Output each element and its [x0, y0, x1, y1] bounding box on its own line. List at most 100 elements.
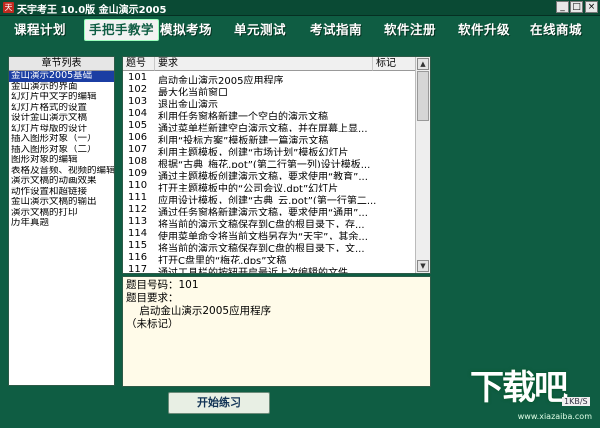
menu-online-store[interactable]: 在线商城 — [530, 21, 582, 39]
table-row[interactable]: 115 将当前的演示文稿保存到C盘的根目录下，文... — [123, 240, 416, 252]
row-requirement: 根据“古典_梅花.pot”(第二行第一列)设计模板... — [158, 160, 371, 168]
row-id: 106 — [128, 132, 148, 143]
table-row[interactable]: 104 利用任务窗格新建一个空白的演示文稿 — [123, 108, 416, 120]
chapter-item[interactable]: 设计金山演示文稿 — [9, 113, 114, 124]
chapter-item[interactable]: 演示文稿的动画效果 — [9, 176, 114, 187]
detail-question-number: 题目号码：101 — [126, 279, 199, 291]
chapter-item[interactable]: 幻灯片格式的设置 — [9, 103, 114, 114]
watermark-url: www.xiazaiba.com — [517, 412, 592, 421]
chapter-list-header: 章节列表 — [9, 57, 114, 71]
watermark-logo: 下载吧 www.xiazaiba.com — [470, 360, 600, 428]
detail-mark-status: （未标记） — [126, 318, 179, 330]
table-row[interactable]: 114 使用菜单命令将当前文档另存为“天宇”，其余... — [123, 228, 416, 240]
row-id: 110 — [128, 180, 148, 191]
chapter-item[interactable]: 金山演示文稿的输出 — [9, 197, 114, 208]
menu-mock-exam[interactable]: 模拟考场 — [160, 21, 212, 39]
table-row[interactable]: 110 打开主题模板中的“公司会议.dpt”幻灯片 — [123, 180, 416, 192]
row-id: 103 — [128, 96, 148, 107]
row-id: 114 — [128, 228, 148, 239]
chapter-item[interactable]: 动作设置和超链接 — [9, 187, 114, 198]
chapter-item[interactable]: 金山演示2005基础 — [9, 71, 114, 82]
row-id: 117 — [128, 264, 148, 274]
app-icon: 天 — [3, 2, 14, 13]
table-row[interactable]: 102 最大化当前窗口 — [123, 84, 416, 96]
chapter-list[interactable]: 章节列表 金山演示2005基础 金山演示的界面 幻灯片中文字的编辑 幻灯片格式的… — [8, 56, 115, 386]
chapter-item[interactable]: 金山演示的界面 — [9, 82, 114, 93]
menu-bar: 课程计划 手把手教学 模拟考场 单元测试 考试指南 软件注册 软件升级 在线商城 — [0, 16, 600, 44]
minimize-button[interactable]: _ — [556, 1, 569, 13]
table-row[interactable]: 109 通过主题模板创建演示文稿，要求使用“教育”... — [123, 168, 416, 180]
row-requirement: 将当前的演示文稿保存到C盘的根目录下，存... — [158, 220, 365, 228]
menu-step-by-step[interactable]: 手把手教学 — [84, 19, 160, 41]
row-requirement: 使用菜单命令将当前文档另存为“天宇”，其余... — [158, 232, 368, 240]
scroll-up-icon[interactable]: ▲ — [417, 58, 429, 70]
table-row[interactable]: 117 通过工具栏的按钮开启最近上次编辑的文件... — [123, 264, 416, 274]
menu-exam-guide[interactable]: 考试指南 — [310, 21, 362, 39]
row-requirement: 通过工具栏的按钮开启最近上次编辑的文件... — [158, 268, 358, 274]
table-row[interactable]: 116 打开C盘里的“梅花.dps”文稿 — [123, 252, 416, 264]
row-id: 115 — [128, 240, 148, 251]
question-detail: 题目号码：101 题目要求： 启动金山演示2005应用程序 （未标记） — [122, 276, 431, 387]
row-requirement: 通过菜单栏新建空白演示文稿，并在屏幕上显... — [158, 124, 368, 132]
table-row[interactable]: 105 通过菜单栏新建空白演示文稿，并在屏幕上显... — [123, 120, 416, 132]
column-header-requirement[interactable]: 要求 — [155, 57, 373, 71]
row-requirement: 最大化当前窗口 — [158, 88, 228, 96]
row-id: 111 — [128, 192, 148, 203]
row-id: 109 — [128, 168, 148, 179]
watermark-text: 下载吧 — [470, 368, 568, 408]
row-requirement: 利用任务窗格新建一个空白的演示文稿 — [158, 112, 328, 120]
chapter-item[interactable]: 幻灯片中文字的编辑 — [9, 92, 114, 103]
row-id: 102 — [128, 84, 148, 95]
row-requirement: 应用设计模板，创建“古典_云.pot”(第一行第二... — [158, 196, 377, 204]
chapter-item[interactable]: 表格及音频、视频的编辑 — [9, 166, 114, 177]
row-requirement: 打开C盘里的“梅花.dps”文稿 — [158, 256, 287, 264]
row-id: 105 — [128, 120, 148, 131]
row-requirement: 通过任务窗格新建演示文稿，要求使用“通用”... — [158, 208, 368, 216]
detail-requirement-text: 启动金山演示2005应用程序 — [126, 305, 272, 317]
maximize-button[interactable]: □ — [570, 1, 583, 13]
table-row[interactable]: 112 通过任务窗格新建演示文稿，要求使用“通用”... — [123, 204, 416, 216]
table-row[interactable]: 113 将当前的演示文稿保存到C盘的根目录下，存... — [123, 216, 416, 228]
row-requirement: 通过主题模板创建演示文稿，要求使用“教育”... — [158, 172, 368, 180]
row-id: 108 — [128, 156, 148, 167]
column-header-mark[interactable]: 标记 — [373, 57, 416, 71]
table-row[interactable]: 106 利用“投标方案”模板新建一篇演示文稿 — [123, 132, 416, 144]
row-id: 112 — [128, 204, 148, 215]
close-button[interactable]: × — [585, 1, 598, 13]
row-requirement: 将当前的演示文稿保存到C盘的根目录下，文... — [158, 244, 365, 252]
row-requirement: 启动金山演示2005应用程序 — [158, 76, 284, 84]
start-practice-button[interactable]: 开始练习 — [168, 392, 270, 414]
row-requirement: 利用主题模板，创建“市场计划”模板幻灯片 — [158, 148, 349, 156]
row-requirement: 退出金山演示 — [158, 100, 218, 108]
chapter-item[interactable]: 图形对象的编辑 — [9, 155, 114, 166]
table-row[interactable]: 103 退出金山演示 — [123, 96, 416, 108]
row-id: 101 — [128, 72, 148, 83]
row-requirement: 利用“投标方案”模板新建一篇演示文稿 — [158, 136, 329, 144]
scroll-down-icon[interactable]: ▼ — [417, 260, 429, 272]
menu-register[interactable]: 软件注册 — [384, 21, 436, 39]
chapter-item[interactable]: 插入图形对象（二） — [9, 145, 114, 156]
menu-course-plan[interactable]: 课程计划 — [14, 21, 66, 39]
title-bar: 天 天宇考王 10.0版 金山演示2005 _ □ × — [0, 0, 600, 16]
menu-upgrade[interactable]: 软件升级 — [458, 21, 510, 39]
chapter-item[interactable]: 插入图形对象（一） — [9, 134, 114, 145]
detail-requirement-label: 题目要求： — [126, 292, 179, 304]
table-row[interactable]: 107 利用主题模板，创建“市场计划”模板幻灯片 — [123, 144, 416, 156]
speed-badge: 1KB/S — [562, 397, 590, 406]
row-id: 104 — [128, 108, 148, 119]
chapter-item[interactable]: 演示文稿的打印 — [9, 208, 114, 219]
window-title: 天宇考王 10.0版 金山演示2005 — [17, 5, 167, 16]
chapter-item[interactable]: 历年真题 — [9, 218, 114, 229]
question-table[interactable]: 题号 要求 标记 101 启动金山演示2005应用程序 102 最大化当前窗口 10… — [122, 56, 431, 274]
row-id: 116 — [128, 252, 148, 263]
column-header-id[interactable]: 题号 — [123, 57, 155, 71]
chapter-item[interactable]: 幻灯片母版的设计 — [9, 124, 114, 135]
table-row[interactable]: 111 应用设计模板，创建“古典_云.pot”(第一行第二... — [123, 192, 416, 204]
row-requirement: 打开主题模板中的“公司会议.dpt”幻灯片 — [158, 184, 339, 192]
menu-unit-test[interactable]: 单元测试 — [234, 21, 286, 39]
scroll-thumb[interactable] — [417, 71, 429, 121]
table-row[interactable]: 108 根据“古典_梅花.pot”(第二行第一列)设计模板... — [123, 156, 416, 168]
table-scrollbar[interactable]: ▲ ▼ — [415, 57, 430, 273]
row-id: 107 — [128, 144, 148, 155]
table-row[interactable]: 101 启动金山演示2005应用程序 — [123, 72, 416, 84]
